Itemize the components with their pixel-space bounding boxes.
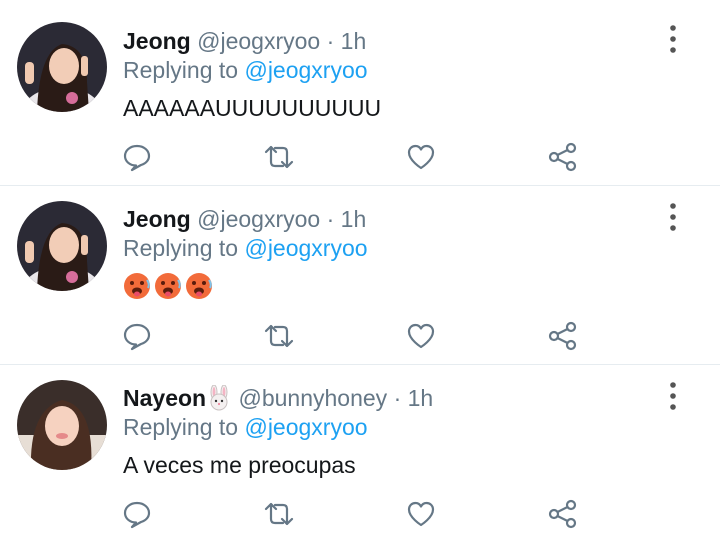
user-handle[interactable]: @jeogxryoo bbox=[197, 206, 320, 232]
separator-dot: · bbox=[393, 385, 402, 411]
tweet-header: Jeong @jeogxryoo · 1h bbox=[123, 27, 366, 55]
reply-button[interactable] bbox=[117, 316, 157, 356]
tweet-emoji-row bbox=[123, 272, 213, 300]
replying-to-handle[interactable]: @jeogxryoo bbox=[244, 414, 367, 440]
avatar[interactable] bbox=[17, 22, 107, 112]
tweet-header: Jeong @jeogxryoo · 1h bbox=[123, 205, 366, 233]
bunny-emoji bbox=[210, 385, 228, 411]
tweet-text: AAAAAAUUUUUUUUUU bbox=[123, 95, 382, 121]
retweet-button[interactable] bbox=[259, 316, 299, 356]
timestamp[interactable]: 1h bbox=[341, 28, 367, 54]
display-name[interactable]: Jeong bbox=[123, 28, 191, 54]
hot-face-emoji bbox=[186, 273, 212, 299]
speech-bubble-icon bbox=[123, 144, 151, 172]
heart-icon bbox=[407, 323, 435, 349]
retweet-button[interactable] bbox=[259, 494, 299, 534]
like-button[interactable] bbox=[401, 316, 441, 356]
retweet-button[interactable] bbox=[259, 137, 299, 177]
user-handle[interactable]: @jeogxryoo bbox=[197, 28, 320, 54]
replying-to-line: Replying to @jeogxryoo bbox=[123, 56, 368, 84]
reply-button[interactable] bbox=[117, 494, 157, 534]
heart-icon bbox=[407, 501, 435, 527]
more-options-button[interactable] bbox=[662, 379, 684, 413]
replying-to-line: Replying to @jeogxryoo bbox=[123, 413, 368, 441]
avatar[interactable] bbox=[17, 380, 107, 470]
retweet-icon bbox=[264, 145, 294, 169]
like-button[interactable] bbox=[401, 137, 441, 177]
tweet[interactable]: Jeong @jeogxryoo · 1h Replying to @jeogx… bbox=[0, 0, 720, 185]
replying-to-label: Replying to bbox=[123, 235, 239, 261]
like-button[interactable] bbox=[401, 494, 441, 534]
heart-icon bbox=[407, 144, 435, 170]
share-button[interactable] bbox=[543, 316, 583, 356]
timestamp[interactable]: 1h bbox=[408, 385, 434, 411]
avatar[interactable] bbox=[17, 201, 107, 291]
hot-face-emoji bbox=[155, 273, 181, 299]
user-handle[interactable]: @bunnyhoney bbox=[238, 385, 387, 411]
tweet[interactable]: Nayeon @bunnyhoney · 1h Replying to @jeo… bbox=[0, 365, 720, 534]
tweet-actions bbox=[0, 137, 720, 177]
tweet-text: A veces me preocupas bbox=[123, 452, 356, 478]
share-icon bbox=[548, 142, 577, 172]
display-name[interactable]: Nayeon bbox=[123, 385, 206, 411]
replying-to-handle[interactable]: @jeogxryoo bbox=[244, 57, 367, 83]
timestamp[interactable]: 1h bbox=[341, 206, 367, 232]
tweet[interactable]: Jeong @jeogxryoo · 1h Replying to @jeogx… bbox=[0, 186, 720, 364]
reply-button[interactable] bbox=[117, 137, 157, 177]
share-icon bbox=[548, 321, 577, 351]
speech-bubble-icon bbox=[123, 501, 151, 529]
display-name[interactable]: Jeong bbox=[123, 206, 191, 232]
retweet-icon bbox=[264, 324, 294, 348]
replying-to-line: Replying to @jeogxryoo bbox=[123, 234, 368, 262]
tweet-header: Nayeon @bunnyhoney · 1h bbox=[123, 384, 433, 412]
retweet-icon bbox=[264, 502, 294, 526]
vertical-dots-icon bbox=[670, 25, 676, 53]
share-button[interactable] bbox=[543, 137, 583, 177]
hot-face-emoji bbox=[124, 273, 150, 299]
vertical-dots-icon bbox=[670, 382, 676, 410]
tweet-actions bbox=[0, 494, 720, 534]
more-options-button[interactable] bbox=[662, 200, 684, 234]
separator-dot: · bbox=[326, 206, 335, 232]
separator-dot: · bbox=[326, 28, 335, 54]
vertical-dots-icon bbox=[670, 203, 676, 231]
replying-to-handle[interactable]: @jeogxryoo bbox=[244, 235, 367, 261]
more-options-button[interactable] bbox=[662, 22, 684, 56]
replying-to-label: Replying to bbox=[123, 57, 239, 83]
speech-bubble-icon bbox=[123, 323, 151, 351]
tweet-actions bbox=[0, 316, 720, 356]
share-icon bbox=[548, 499, 577, 529]
share-button[interactable] bbox=[543, 494, 583, 534]
replying-to-label: Replying to bbox=[123, 414, 239, 440]
